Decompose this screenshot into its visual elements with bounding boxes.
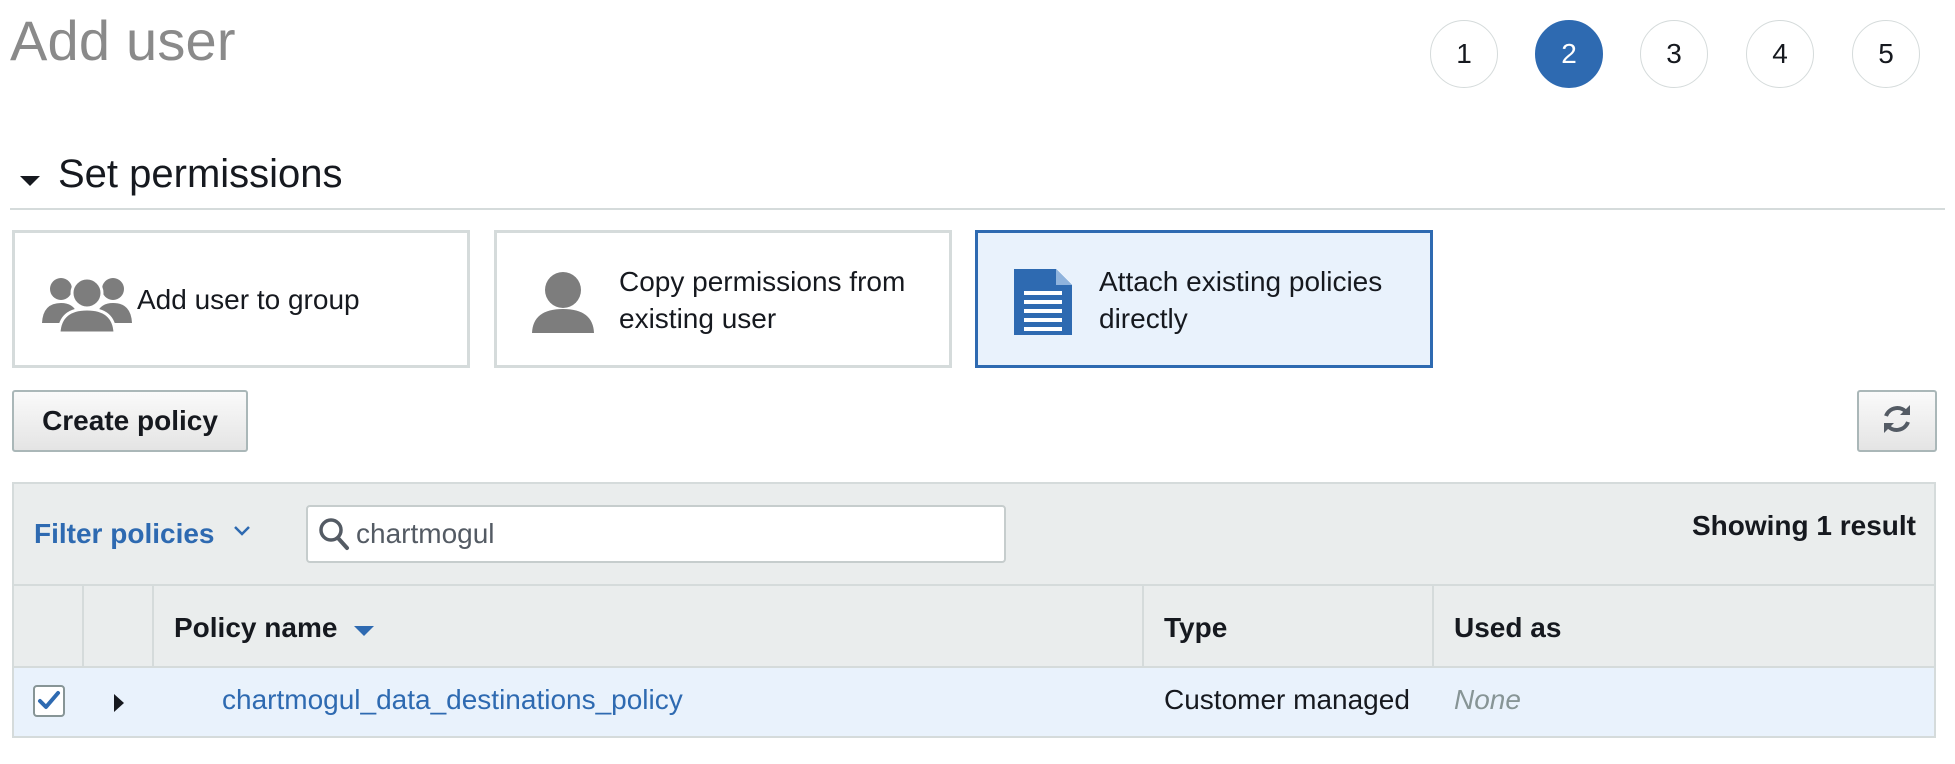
sort-descending-icon[interactable] <box>354 626 374 636</box>
result-count: Showing 1 result <box>1691 510 1916 541</box>
policy-used-as: None <box>1454 684 1521 715</box>
refresh-icon <box>1880 402 1914 441</box>
option-label-line-2: existing user <box>619 303 777 334</box>
row-checkbox[interactable] <box>33 685 65 717</box>
table-row[interactable]: chartmogul_data_destinations_policy Cust… <box>12 668 1936 738</box>
column-divider <box>82 586 84 668</box>
option-label: Add user to group <box>137 284 360 315</box>
option-label-line-1: Attach existing policies <box>1099 266 1383 297</box>
refresh-button[interactable] <box>1857 390 1937 452</box>
step-5[interactable]: 5 <box>1852 20 1920 88</box>
set-permissions-header[interactable]: Set permissions <box>10 150 1945 210</box>
expand-row-caret-icon[interactable] <box>114 694 124 712</box>
step-2-current[interactable]: 2 <box>1535 20 1603 88</box>
option-add-user-to-group[interactable]: Add user to group <box>12 230 470 368</box>
filter-bar: Filter policies Showing 1 result <box>12 482 1936 584</box>
step-3[interactable]: 3 <box>1640 20 1708 88</box>
option-label-line-1: Copy permissions from <box>619 266 906 297</box>
add-user-page: Add user 1 2 3 4 5 Set permissions Add u… <box>0 0 1955 764</box>
section-title: Set permissions <box>58 152 343 196</box>
column-divider <box>1432 586 1434 668</box>
user-icon <box>531 271 595 338</box>
policies-table: Filter policies Showing 1 result <box>12 482 1936 738</box>
policy-name-link[interactable]: chartmogul_data_destinations_policy <box>222 684 683 716</box>
chevron-down-icon[interactable] <box>232 524 252 543</box>
search-input[interactable] <box>356 511 996 557</box>
step-1[interactable]: 1 <box>1430 20 1498 88</box>
step-4[interactable]: 4 <box>1746 20 1814 88</box>
column-divider <box>152 586 154 668</box>
search-box[interactable] <box>306 505 1006 563</box>
policy-type: Customer managed <box>1164 684 1410 715</box>
column-header-policy-name[interactable]: Policy name <box>174 612 337 644</box>
document-icon <box>1012 267 1074 342</box>
users-group-icon <box>41 271 133 338</box>
checkmark-icon <box>38 691 60 709</box>
filter-policies-dropdown[interactable]: Filter policies <box>34 518 215 550</box>
column-divider <box>1142 586 1144 668</box>
column-header-type[interactable]: Type <box>1164 612 1227 644</box>
collapse-caret-icon <box>20 176 40 186</box>
column-header-used-as[interactable]: Used as <box>1454 612 1561 644</box>
option-label-line-2: directly <box>1099 303 1188 334</box>
create-policy-button[interactable]: Create policy <box>12 390 248 452</box>
option-attach-existing-policies[interactable]: Attach existing policies directly <box>975 230 1433 368</box>
search-icon <box>318 517 350 556</box>
table-header: Policy name Type Used as <box>12 584 1936 668</box>
option-copy-permissions[interactable]: Copy permissions from existing user <box>494 230 952 368</box>
page-title: Add user <box>10 9 236 72</box>
